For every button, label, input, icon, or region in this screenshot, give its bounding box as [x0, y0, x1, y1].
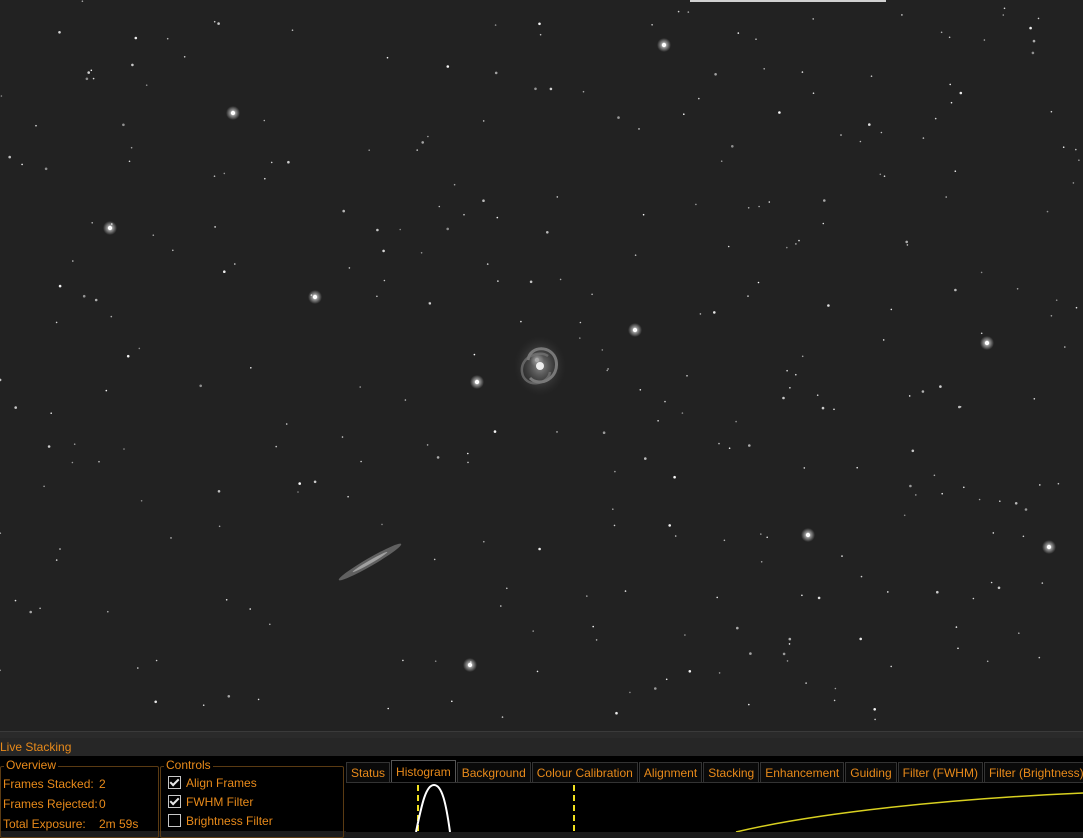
overview-legend: Overview — [4, 758, 59, 772]
brightness-filter-checkbox[interactable]: Brightness Filter — [168, 814, 273, 828]
histogram-view[interactable] — [346, 782, 1083, 833]
frames-stacked-value: 2 — [99, 777, 106, 791]
fwhm-filter-label: FWHM Filter — [186, 795, 254, 809]
overview-row-label: Frames Rejected: — [3, 797, 98, 811]
tab-enhancement[interactable]: Enhancement — [760, 762, 845, 783]
tab-background[interactable]: Background — [456, 762, 531, 783]
stacked-image-view[interactable] — [0, 0, 1083, 731]
edge-on-galaxy — [338, 543, 402, 581]
histogram-peak — [415, 783, 451, 833]
frames-rejected-value: 0 — [99, 797, 106, 811]
tab-filter-brightness[interactable]: Filter (Brightness) — [983, 762, 1083, 783]
overview-row-label: Frames Stacked: — [3, 777, 94, 791]
tab-histogram[interactable]: Histogram — [391, 760, 456, 783]
tab-alignment[interactable]: Alignment — [638, 762, 703, 783]
tab-colour-calibration[interactable]: Colour Calibration — [531, 762, 638, 783]
checkbox-icon[interactable] — [168, 795, 181, 808]
top-edge-artifact — [690, 0, 886, 2]
overview-row: Frames Stacked: 2 — [3, 777, 106, 791]
tab-stacking[interactable]: Stacking — [703, 762, 760, 783]
overview-row: Frames Rejected: 0 — [3, 797, 106, 811]
overview-row-label: Total Exposure: — [3, 817, 86, 831]
fwhm-filter-checkbox[interactable]: FWHM Filter — [168, 795, 253, 809]
tab-filter-fwhm[interactable]: Filter (FWHM) — [897, 762, 983, 783]
tab-guiding[interactable]: Guiding — [845, 762, 897, 783]
controls-legend: Controls — [164, 758, 213, 772]
tab-status[interactable]: Status — [346, 762, 391, 783]
overview-row: Total Exposure: 2m 59s — [3, 817, 138, 831]
align-frames-checkbox[interactable]: Align Frames — [168, 776, 257, 790]
tab-bar: Status Histogram Background Colour Calibrat… — [346, 760, 1083, 783]
checkbox-icon[interactable] — [168, 814, 181, 827]
spiral-galaxy — [514, 336, 566, 396]
brightness-filter-label: Brightness Filter — [186, 814, 273, 828]
stretch-curve — [735, 792, 1083, 833]
histogram-plot — [415, 783, 1083, 833]
total-exposure-value: 2m 59s — [99, 817, 139, 831]
checkbox-icon[interactable] — [168, 776, 181, 789]
star-field — [0, 0, 1080, 721]
align-frames-label: Align Frames — [186, 776, 257, 790]
panel-title: Live Stacking — [0, 738, 1083, 756]
